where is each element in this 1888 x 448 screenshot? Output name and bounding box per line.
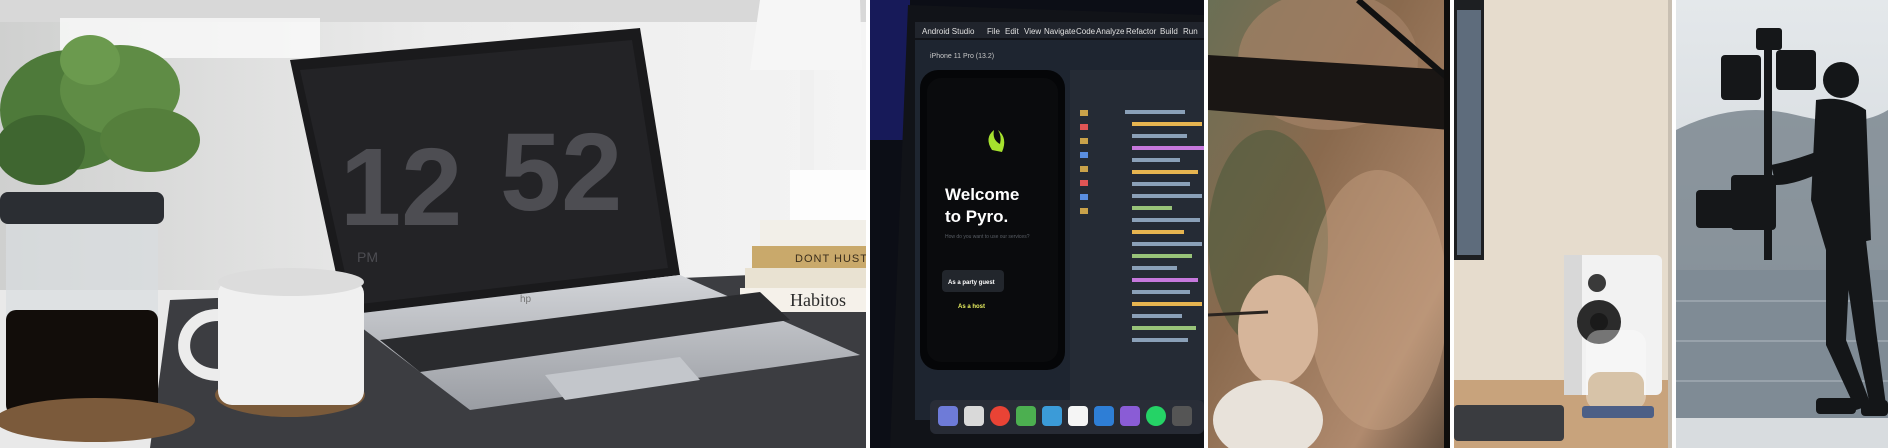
menu-analyze: Analyze (1096, 27, 1125, 36)
menu-file: File (987, 27, 1000, 36)
menu-view: View (1024, 27, 1041, 36)
party-guest-label: As a party guest (948, 280, 995, 286)
menu-code: Code (1076, 27, 1096, 36)
photo-android-studio: Android Studio File Edit View Navigate C… (870, 0, 1204, 448)
menu-refactor: Refactor (1126, 27, 1157, 36)
photo-laptop-desk: DONT HUSTLE Habitos 12 52 PM (0, 0, 866, 448)
photo-camera-operator (1676, 0, 1888, 448)
welcome-subtitle: How do you want to use our services? (945, 234, 1030, 240)
menu-edit: Edit (1005, 27, 1020, 36)
menu-app: Android Studio (922, 27, 975, 36)
clock-minutes: 52 (500, 111, 622, 234)
menu-navigate: Navigate (1044, 27, 1076, 36)
book-spine-text-2: DONT HUSTLE (795, 253, 866, 265)
photo-painting-restoration-image (1208, 0, 1450, 448)
photo-desk-speaker (1454, 0, 1672, 448)
clock-period: PM (357, 249, 378, 265)
clock-hours: 12 (340, 126, 462, 249)
host-link: As a host (958, 304, 985, 310)
menu-run: Run (1183, 27, 1198, 36)
photo-android-studio-image: Android Studio File Edit View Navigate C… (870, 0, 1204, 448)
device-selector: iPhone 11 Pro (13.2) (930, 53, 994, 60)
menu-build: Build (1160, 27, 1178, 36)
welcome-title-line1: Welcome (945, 185, 1019, 204)
laptop-logo: hp (520, 294, 532, 305)
photo-camera-operator-image (1676, 0, 1888, 448)
mouse-pad (1454, 405, 1564, 441)
book-spine-text-1: Habitos (790, 290, 846, 310)
photo-laptop-desk-image: DONT HUSTLE Habitos 12 52 PM (0, 0, 866, 448)
photo-painting-restoration (1208, 0, 1450, 448)
welcome-title-line2: to Pyro. (945, 207, 1008, 226)
photo-desk-speaker-image (1454, 0, 1672, 448)
